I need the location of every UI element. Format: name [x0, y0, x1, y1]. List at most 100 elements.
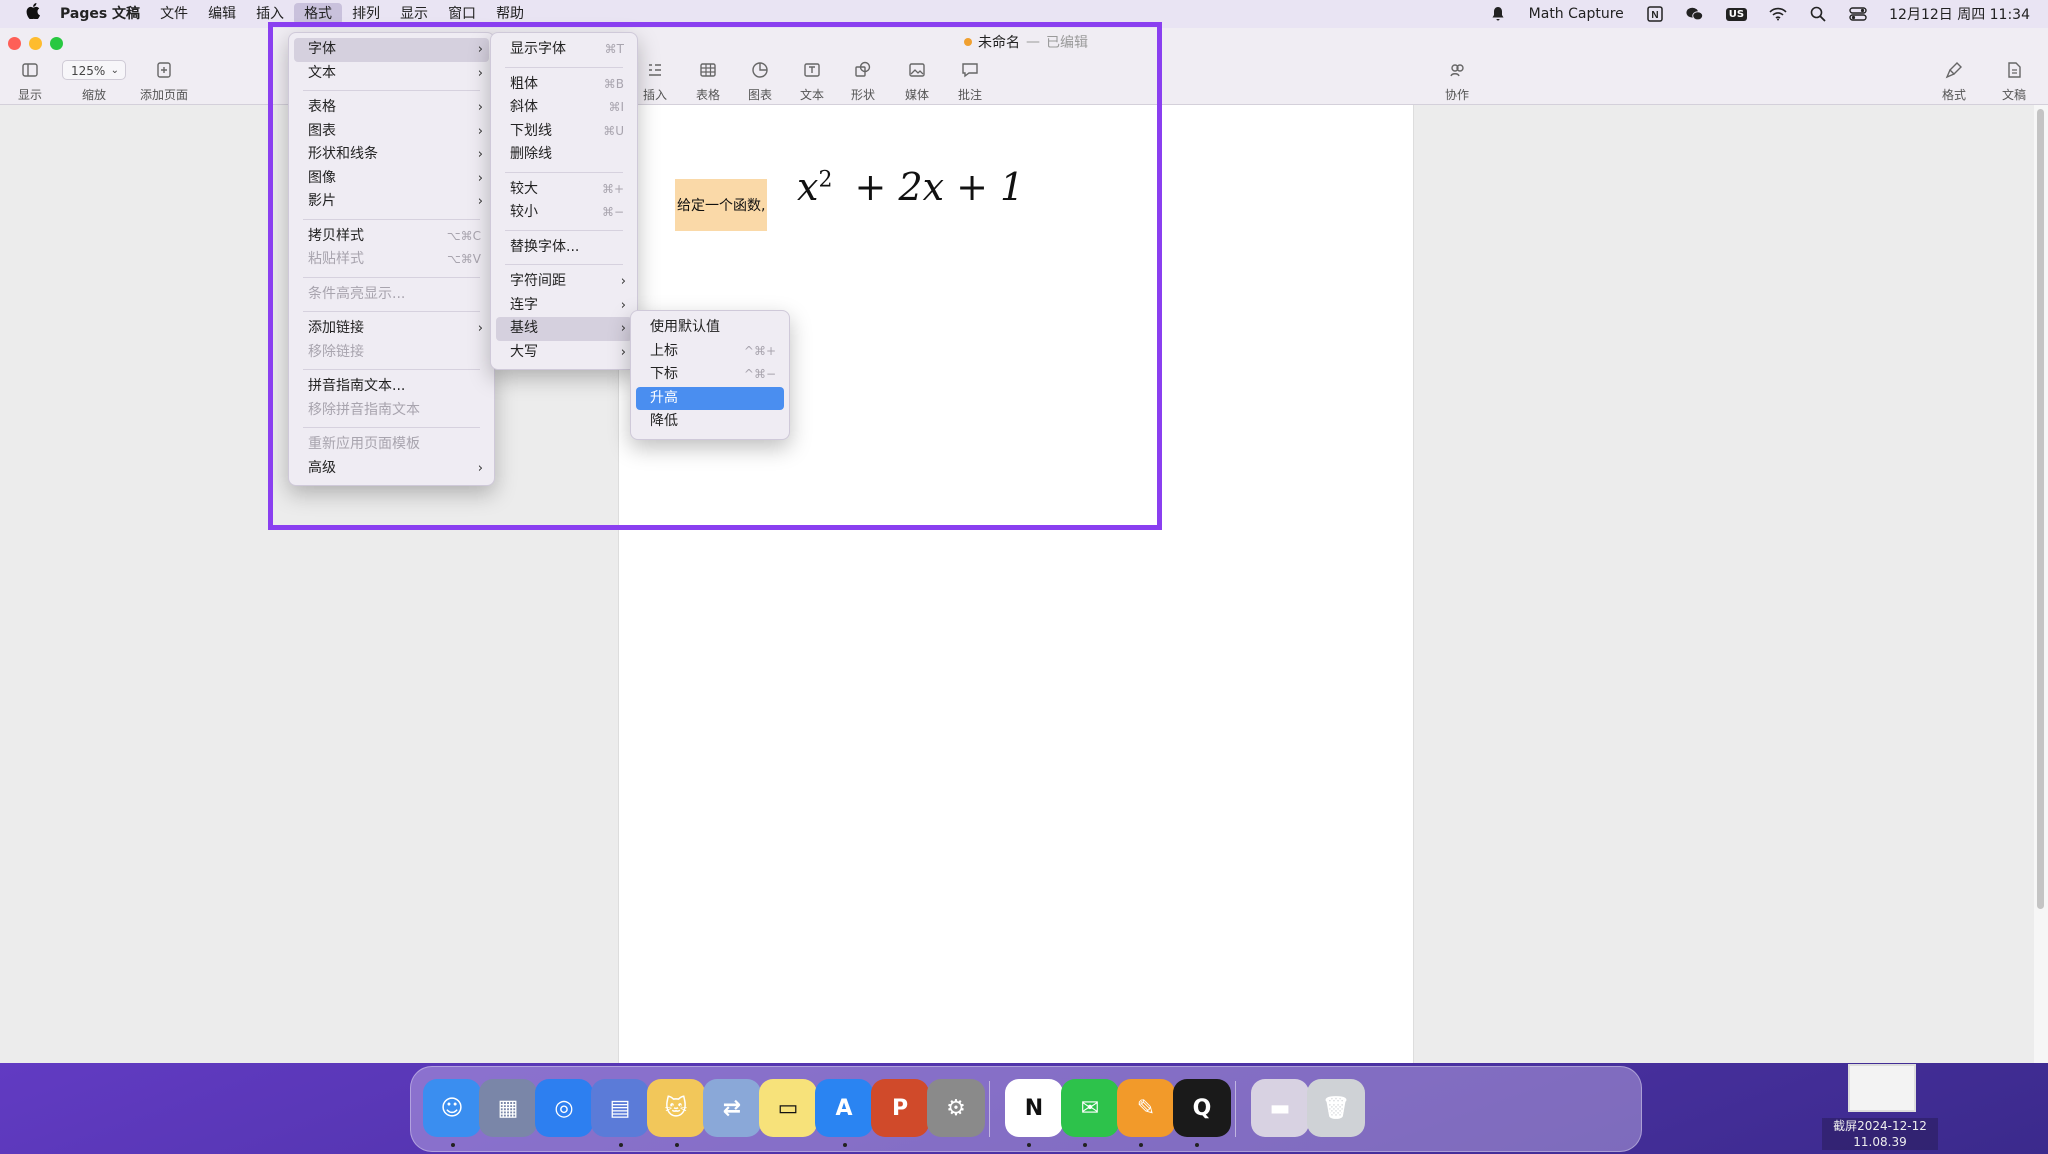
menu-window[interactable]: 窗口	[438, 3, 486, 25]
menu-app-name[interactable]: Pages 文稿	[50, 3, 150, 25]
finder-app[interactable]: ☺	[423, 1079, 481, 1137]
format-panel-button[interactable]: 格式	[1942, 60, 1966, 103]
view-button[interactable]: 显示	[18, 60, 42, 103]
apple-icon[interactable]	[16, 3, 50, 25]
notion-menu-icon[interactable]: N	[1646, 5, 1664, 23]
trash-icon: 🗑	[1322, 1095, 1350, 1121]
format-menu-item[interactable]: 拷贝样式 ⌥⌘C	[294, 225, 489, 249]
chevron-down-icon: ⌄	[110, 65, 119, 76]
safari-app[interactable]: ◎	[535, 1079, 593, 1137]
menu-edit[interactable]: 编辑	[198, 3, 246, 25]
format-menu-item[interactable]: 添加链接 ›	[294, 317, 489, 341]
zoom-window-button[interactable]	[50, 37, 63, 50]
chart-button[interactable]: 图表	[748, 60, 772, 103]
baseline-menu-item[interactable]: 上标 ^⌘+	[636, 340, 784, 364]
trash-app[interactable]: 🗑	[1307, 1079, 1365, 1137]
font-menu-item[interactable]: 斜体 ⌘I	[496, 96, 632, 120]
scrollbar-thumb[interactable]	[2037, 109, 2044, 909]
format-menu-item[interactable]: 图像 ›	[294, 167, 489, 191]
selected-text[interactable]: 给定一个函数,	[675, 179, 768, 231]
menu-arrange[interactable]: 排列	[342, 3, 390, 25]
document-name[interactable]: 未命名	[978, 32, 1020, 52]
font-menu-item[interactable]: 粗体 ⌘B	[496, 73, 632, 97]
pages-app[interactable]: ✎	[1117, 1079, 1175, 1137]
screenshot-thumbnail[interactable]	[1848, 1064, 1916, 1112]
table-button[interactable]: 表格	[696, 60, 720, 103]
format-menu-item[interactable]: 形状和线条 ›	[294, 143, 489, 167]
app-store-app[interactable]: A	[815, 1079, 873, 1137]
scanner-app[interactable]: ▤	[591, 1079, 649, 1137]
text-button[interactable]: 文本	[800, 60, 824, 103]
chart-label: 图表	[748, 88, 773, 102]
font-menu-item[interactable]: 字符间距 ›	[496, 270, 632, 294]
baseline-menu-item[interactable]: 使用默认值	[636, 316, 784, 340]
format-menu-item[interactable]: 影片 ›	[294, 190, 489, 214]
menu-view[interactable]: 显示	[390, 3, 438, 25]
menu-bar-clock[interactable]: 12月12日 周四 11:34	[1889, 4, 2030, 24]
font-menu-item[interactable]: 显示字体 ⌘T	[496, 38, 632, 62]
menu-format[interactable]: 格式	[294, 3, 343, 25]
collaborate-button[interactable]: 协作	[1445, 60, 1469, 103]
wifi-icon[interactable]	[1769, 5, 1787, 23]
font-menu-item-shortcut: ⌘B	[603, 76, 624, 91]
system-settings-app[interactable]: ⚙	[927, 1079, 985, 1137]
baseline-menu-item[interactable]: 下标 ^⌘−	[636, 363, 784, 387]
running-indicator	[619, 1143, 623, 1147]
table-label: 表格	[696, 88, 721, 102]
spotlight-search-icon[interactable]	[1809, 5, 1827, 23]
bell-icon[interactable]	[1489, 5, 1507, 23]
launchpad-app[interactable]: ▦	[479, 1079, 537, 1137]
input-source-badge[interactable]: US	[1725, 7, 1748, 21]
insert-button[interactable]: 插入	[643, 60, 667, 103]
close-window-button[interactable]	[8, 37, 21, 50]
math-equation[interactable]: x2 + 2x + 1	[797, 165, 1024, 209]
menu-insert[interactable]: 插入	[246, 3, 294, 25]
format-menu-item[interactable]: 表格 ›	[294, 96, 489, 120]
vertical-scrollbar[interactable]	[2034, 105, 2048, 1063]
menu-help[interactable]: 帮助	[486, 3, 534, 25]
document-panel-button[interactable]: 文稿	[2002, 60, 2026, 103]
zoom-select[interactable]: 125% ⌄	[62, 60, 126, 80]
control-center-icon[interactable]	[1849, 5, 1867, 23]
media-icon	[909, 63, 925, 77]
qq-app[interactable]: Q	[1173, 1079, 1231, 1137]
text-label: 文本	[800, 88, 825, 102]
wechat-menu-icon[interactable]	[1686, 5, 1704, 23]
format-menu-item[interactable]: 字体 ›	[294, 38, 489, 62]
font-menu-item[interactable]: 替换字体...	[496, 236, 632, 260]
transfer-app[interactable]: ⇄	[703, 1079, 761, 1137]
screenshot-label[interactable]: 截屏2024-12-12 11.08.39	[1822, 1118, 1938, 1150]
wechat-app[interactable]: ✉	[1061, 1079, 1119, 1137]
font-menu-item[interactable]: 较小 ⌘−	[496, 201, 632, 225]
add-page-button[interactable]: 添加页面	[140, 60, 188, 103]
baseline-menu-item[interactable]: 升高	[636, 386, 784, 410]
font-menu-item[interactable]: 基线 ›	[496, 317, 632, 341]
font-menu-item[interactable]: 大写 ›	[496, 341, 632, 365]
shape-button[interactable]: 形状	[851, 60, 875, 103]
media-button[interactable]: 媒体	[905, 60, 929, 103]
notion-app[interactable]: N	[1005, 1079, 1063, 1137]
comment-button[interactable]: 批注	[958, 60, 982, 103]
format-menu-item[interactable]: 文本 ›	[294, 62, 489, 86]
screenshot-label-line1: 截屏2024-12-12	[1833, 1119, 1927, 1133]
format-menu-item[interactable]: 拼音指南文本...	[294, 375, 489, 399]
font-menu-item[interactable]: 较大 ⌘+	[496, 178, 632, 202]
font-menu-item[interactable]: 删除线	[496, 143, 632, 167]
notes-app[interactable]: ▭	[759, 1079, 817, 1137]
font-menu-item[interactable]: 连字 ›	[496, 294, 632, 318]
downloads-stack[interactable]: ▬	[1251, 1079, 1309, 1137]
math-capture-menu[interactable]: Math Capture	[1529, 6, 1624, 22]
menu-file[interactable]: 文件	[150, 3, 198, 25]
document-page[interactable]: 给定一个函数, x2 + 2x + 1	[618, 105, 1414, 1063]
format-menu-item-label: 表格	[308, 99, 336, 115]
cat-app[interactable]: 🐱	[647, 1079, 705, 1137]
baseline-menu-item[interactable]: 降低	[636, 410, 784, 434]
minimize-window-button[interactable]	[29, 37, 42, 50]
powerpoint-app[interactable]: P	[871, 1079, 929, 1137]
app-store-icon: A	[835, 1095, 853, 1121]
format-menu-separator	[303, 311, 480, 312]
format-menu-item[interactable]: 图表 ›	[294, 120, 489, 144]
format-menu-item[interactable]: 高级 ›	[294, 457, 489, 481]
font-menu-item[interactable]: 下划线 ⌘U	[496, 120, 632, 144]
chevron-right-icon: ›	[620, 344, 626, 360]
